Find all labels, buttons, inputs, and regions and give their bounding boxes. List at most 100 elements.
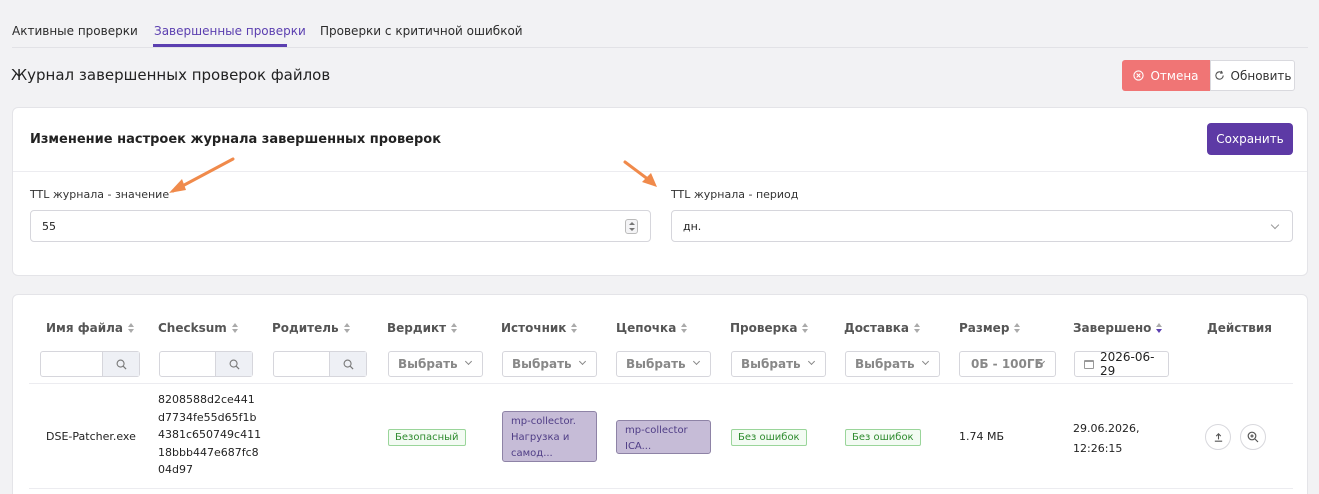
upload-button[interactable] [1205, 424, 1231, 450]
parent-search-input[interactable] [273, 351, 367, 377]
checksum-line: 8208588d2ce441 [158, 393, 255, 406]
checksum-line: 18bbb447e687fc8 [158, 445, 259, 459]
column-header-source[interactable]: Источник [501, 321, 578, 335]
inspect-button[interactable] [1240, 424, 1266, 450]
number-spinner-icon[interactable] [625, 219, 638, 234]
date-filter-input[interactable]: 2026-06-29 [1074, 350, 1169, 378]
settings-card: Изменение настроек журнала завершенных п… [12, 107, 1308, 276]
check-status-badge: Без ошибок [731, 429, 807, 446]
column-header-check[interactable]: Проверка [730, 321, 809, 335]
sort-icon [802, 323, 809, 333]
chip-line: mp-collector. [511, 416, 576, 427]
chevron-down-icon [692, 357, 701, 366]
chip-line: ICA... [625, 441, 652, 452]
tab-active-checks[interactable]: Активные проверки [12, 24, 138, 38]
ttl-value-label: TTL журнала - значение [30, 188, 170, 201]
sort-icon [1014, 323, 1021, 333]
sort-desc-icon [1156, 323, 1163, 333]
column-label: Завершено [1073, 321, 1152, 335]
column-header-chain[interactable]: Цепочка [616, 321, 688, 335]
column-label: Имя файла [46, 321, 124, 335]
refresh-icon [1214, 70, 1224, 80]
tab-critical-checks[interactable]: Проверки с критичной ошибкой [320, 24, 523, 38]
upload-icon [1214, 432, 1222, 442]
search-button[interactable] [329, 352, 366, 376]
column-label: Размер [959, 321, 1010, 335]
cell-size: 1.74 МБ [959, 430, 1005, 443]
delivery-filter-select[interactable]: Выбрать [845, 351, 940, 377]
tab-bar: Активные проверки Завершенные проверки П… [12, 0, 1308, 48]
sort-icon [451, 323, 458, 333]
page-title: Журнал завершенных проверок файлов [11, 66, 331, 84]
column-header-delivery[interactable]: Доставка [844, 321, 921, 335]
select-placeholder: Выбрать [398, 357, 458, 371]
column-label: Проверка [730, 321, 798, 335]
refresh-button[interactable]: Обновить [1210, 60, 1295, 91]
sort-icon [681, 323, 688, 333]
column-header-size[interactable]: Размер [959, 321, 1021, 335]
cancel-button[interactable]: Отмена [1122, 60, 1210, 91]
column-label: Вердикт [387, 321, 447, 335]
checksum-search-input[interactable] [159, 351, 253, 377]
chevron-down-icon [1270, 220, 1280, 230]
ttl-value-input[interactable]: 55 [30, 210, 651, 242]
finished-time: 12:26:15 [1073, 442, 1123, 455]
ttl-period-select[interactable]: дн. [671, 210, 1293, 242]
verdict-filter-select[interactable]: Выбрать [388, 351, 483, 377]
cell-checksum: 8208588d2ce441 d7734fe55d65f1b 4381c6507… [158, 391, 261, 479]
chip-line: Нагрузка и [511, 432, 570, 443]
ttl-value-text: 55 [42, 219, 56, 233]
tab-finished-checks[interactable]: Завершенные проверки [154, 24, 306, 38]
chain-chip[interactable]: mp-collector ICA... [616, 420, 711, 454]
search-icon [343, 359, 354, 370]
filename-search-input[interactable] [40, 351, 140, 377]
column-label: Доставка [844, 321, 909, 335]
search-button[interactable] [215, 352, 252, 376]
verdict-badge: Безопасный [388, 429, 466, 446]
zoom-in-icon [1247, 431, 1259, 443]
check-filter-select[interactable]: Выбрать [731, 351, 826, 377]
search-icon [116, 359, 127, 370]
chain-filter-select[interactable]: Выбрать [616, 351, 711, 377]
delivery-status-badge: Без ошибок [845, 429, 921, 446]
sort-icon [343, 323, 351, 333]
column-label: Checksum [158, 321, 227, 335]
chip-line: mp-collector [625, 425, 688, 436]
size-range-filter[interactable]: 0Б - 100ГБ [959, 351, 1056, 377]
column-header-filename[interactable]: Имя файла [46, 321, 135, 335]
checksum-line: 4381c650749c411 [158, 428, 262, 442]
column-header-finished[interactable]: Завершено [1073, 321, 1163, 335]
refresh-button-label: Обновить [1230, 68, 1292, 83]
checksum-line: d7734fe55d65f1b [158, 410, 257, 424]
chip-line: самод... [511, 448, 553, 459]
column-header-verdict[interactable]: Вердикт [387, 321, 458, 335]
source-filter-select[interactable]: Выбрать [502, 351, 597, 377]
cell-finished: 29.06.2026, 12:26:15 [1073, 419, 1139, 459]
settings-title: Изменение настроек журнала завершенных п… [30, 132, 442, 147]
cell-filename[interactable]: DSE-Patcher.exe [46, 430, 136, 443]
column-label: Цепочка [616, 321, 677, 335]
sort-icon [128, 323, 135, 333]
save-button[interactable]: Сохранить [1207, 123, 1293, 155]
row-divider [29, 488, 1293, 489]
row-divider [29, 383, 1293, 384]
ttl-period-label: TTL журнала - период [671, 188, 799, 201]
sort-icon [231, 323, 239, 333]
chevron-down-icon [464, 357, 473, 366]
column-header-parent[interactable]: Родитель [272, 321, 351, 335]
source-chip[interactable]: mp-collector. Нагрузка и самод... [502, 411, 597, 462]
chevron-down-icon [921, 357, 930, 366]
column-label: Источник [501, 321, 567, 335]
column-header-checksum[interactable]: Checksum [158, 321, 239, 335]
column-label: Родитель [272, 321, 339, 335]
column-label: Действия [1207, 321, 1273, 335]
select-placeholder: Выбрать [626, 357, 686, 371]
x-circle-icon [1133, 70, 1145, 81]
search-button[interactable] [102, 352, 139, 376]
active-tab-indicator [153, 44, 287, 47]
calendar-icon [1084, 360, 1094, 369]
results-table: Имя файла Checksum Родитель Вердикт Исто… [12, 294, 1308, 494]
sort-icon [571, 323, 578, 333]
sort-icon [913, 323, 921, 333]
size-range-text: 0Б - 100ГБ [971, 357, 1044, 371]
